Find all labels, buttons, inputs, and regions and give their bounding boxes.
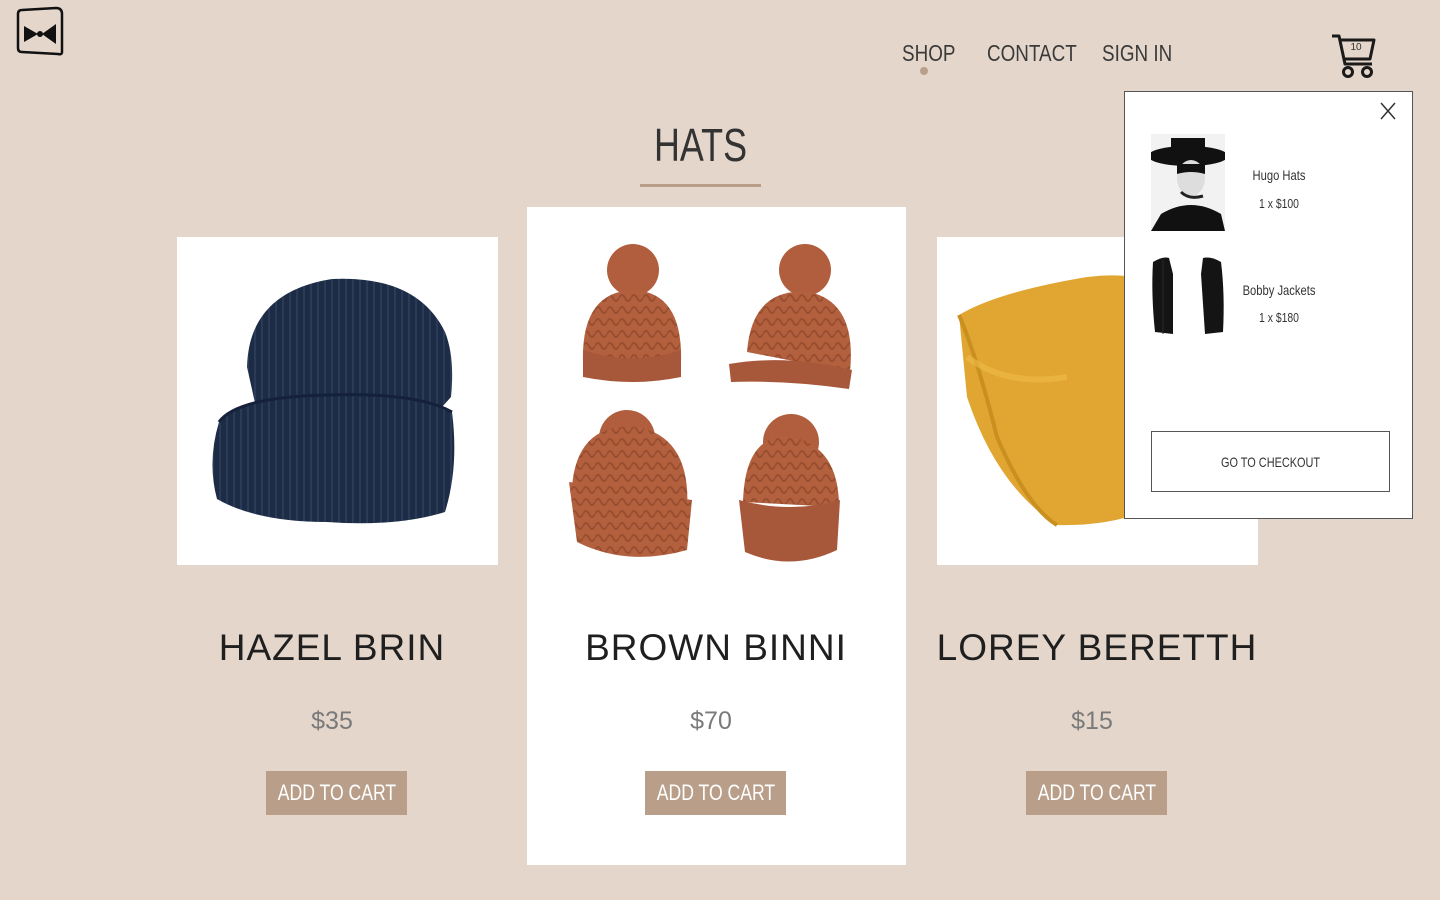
add-to-cart-label: ADD TO CART — [1037, 780, 1156, 805]
add-to-cart-label: ADD TO CART — [656, 780, 775, 805]
cart-item-name: Bobby Jackets — [1242, 282, 1316, 298]
woman-black-hat-image — [1151, 134, 1225, 231]
title-underline — [640, 184, 761, 187]
product-name: BROWN BINNI — [585, 627, 847, 668]
go-to-checkout-button[interactable]: GO TO CHECKOUT — [1151, 431, 1390, 492]
product-name: HAZEL BRIN — [218, 627, 446, 668]
bowtie-logo-icon[interactable] — [16, 6, 64, 56]
cart-item-qty: 1 x $100 — [1259, 196, 1299, 211]
shopping-cart-icon[interactable] — [1330, 32, 1378, 80]
navy-beanie-image[interactable] — [177, 237, 498, 565]
product-price: $35 — [311, 707, 353, 735]
cart-count-badge: 10 — [1350, 42, 1362, 53]
page-title: HATS — [653, 119, 748, 171]
nav-contact[interactable]: CONTACT — [987, 40, 1077, 67]
cart-item-name: Hugo Hats — [1252, 167, 1306, 183]
close-icon[interactable] — [1378, 100, 1398, 122]
cart-dropdown: Hugo Hats 1 x $100 Bobby Jackets 1 x $18… — [1124, 91, 1413, 519]
cart-item-qty: 1 x $180 — [1259, 310, 1299, 325]
black-jacket-image — [1151, 254, 1225, 338]
product-name: LOREY BERETTH — [936, 627, 1258, 668]
product-price: $70 — [690, 707, 732, 735]
brown-pompom-beanies-image[interactable] — [547, 232, 886, 577]
add-to-cart-button[interactable]: ADD TO CART — [1026, 771, 1167, 815]
nav-active-indicator — [920, 67, 928, 75]
add-to-cart-label: ADD TO CART — [277, 780, 396, 805]
product-price: $15 — [1071, 707, 1113, 735]
checkout-label: GO TO CHECKOUT — [1220, 453, 1321, 470]
add-to-cart-button[interactable]: ADD TO CART — [645, 771, 786, 815]
add-to-cart-button[interactable]: ADD TO CART — [266, 771, 407, 815]
nav-shop[interactable]: SHOP — [902, 40, 955, 67]
nav-sign-in[interactable]: SIGN IN — [1102, 40, 1172, 67]
